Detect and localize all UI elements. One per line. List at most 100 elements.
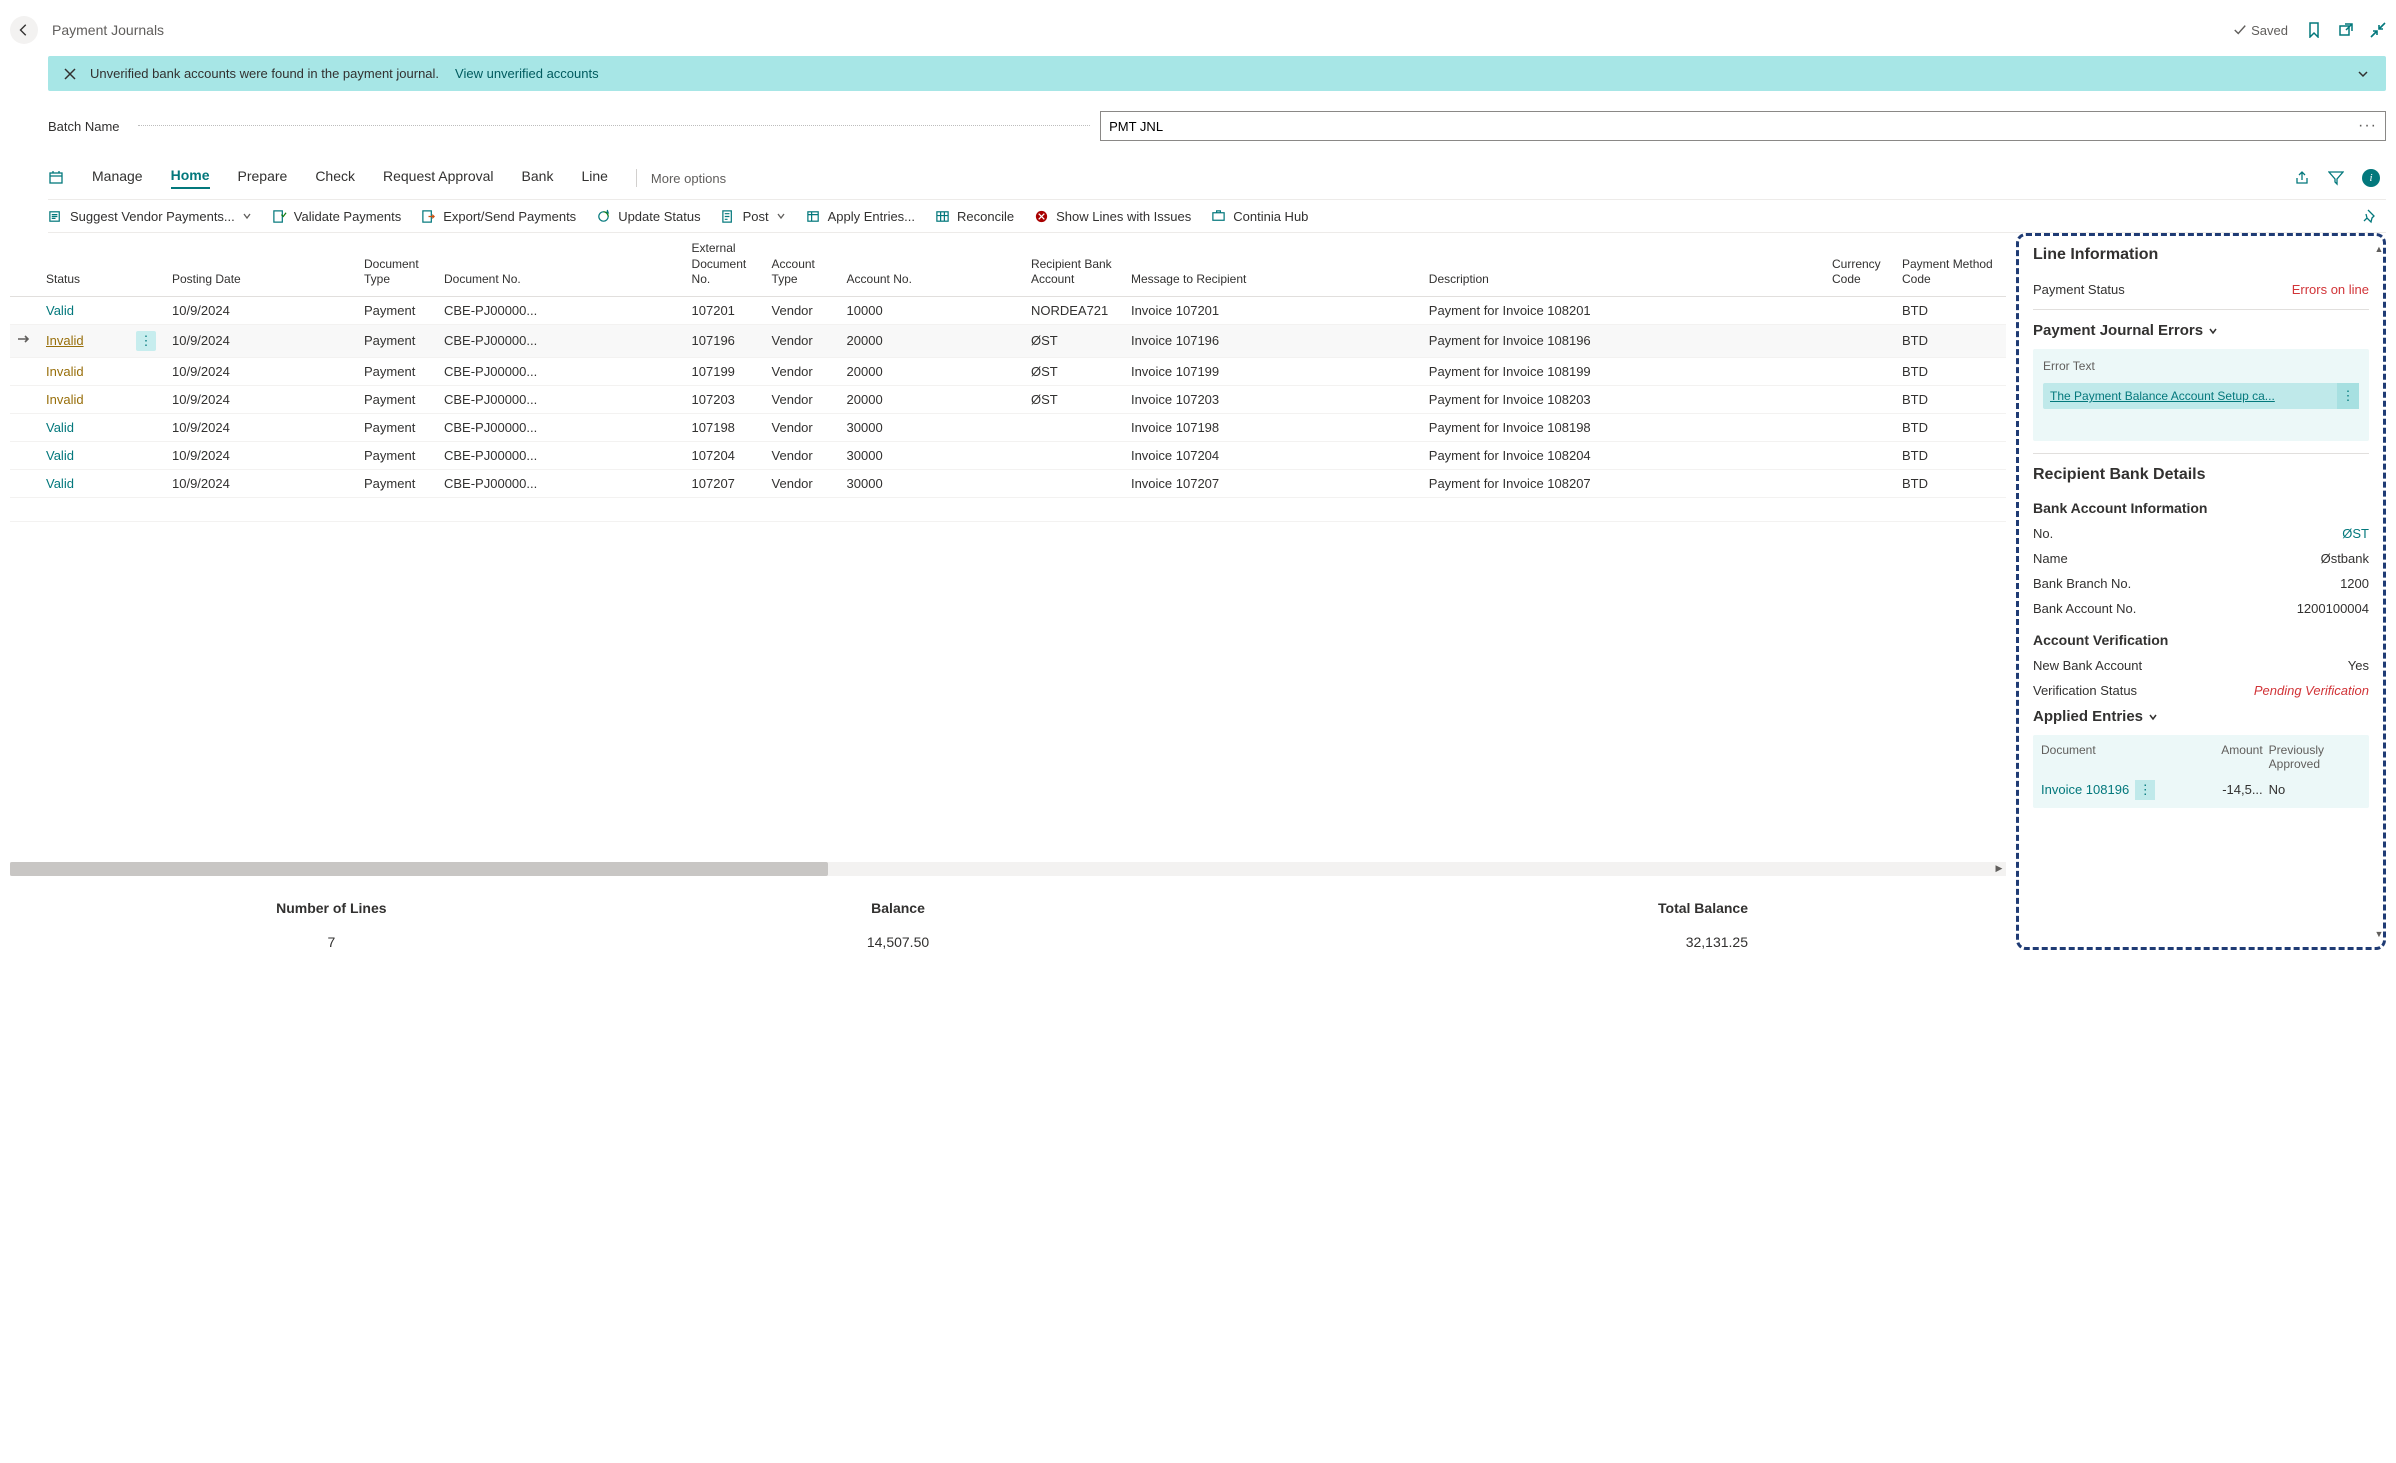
currency-cell[interactable] <box>1826 413 1896 441</box>
currency-cell[interactable] <box>1826 296 1896 324</box>
error-row-menu[interactable]: ⋮ <box>2337 383 2359 409</box>
account-type-cell[interactable]: Vendor <box>766 441 841 469</box>
description-cell[interactable]: Payment for Invoice 108199 <box>1423 357 1826 385</box>
col-account-type[interactable]: Account Type <box>766 233 841 296</box>
popout-icon[interactable] <box>2338 22 2354 38</box>
description-cell[interactable]: Payment for Invoice 108196 <box>1423 324 1826 357</box>
applied-entries-title[interactable]: Applied Entries <box>2033 708 2369 725</box>
ext-doc-no-cell[interactable]: 107199 <box>686 357 766 385</box>
currency-cell[interactable] <box>1826 357 1896 385</box>
account-no-cell[interactable]: 20000 <box>841 385 1025 413</box>
doc-type-cell[interactable]: Payment <box>358 296 438 324</box>
recipient-bank-cell[interactable] <box>1025 441 1125 469</box>
batch-lookup-icon[interactable]: ··· <box>2358 117 2377 135</box>
col-doc-type[interactable]: Document Type <box>358 233 438 296</box>
posting-date-cell[interactable]: 10/9/2024 <box>166 296 358 324</box>
ext-doc-no-cell[interactable]: 107198 <box>686 413 766 441</box>
payment-method-cell[interactable]: BTD <box>1896 296 2006 324</box>
payment-method-cell[interactable]: BTD <box>1896 357 2006 385</box>
doc-type-cell[interactable]: Payment <box>358 385 438 413</box>
table-row[interactable]: Valid10/9/2024PaymentCBE-PJ00000...10720… <box>10 469 2006 497</box>
col-message[interactable]: Message to Recipient <box>1125 233 1423 296</box>
attach-icon[interactable] <box>48 170 64 186</box>
action-validate-payments[interactable]: Validate Payments <box>272 209 401 224</box>
action-export-send[interactable]: Export/Send Payments <box>421 209 576 224</box>
payment-method-cell[interactable]: BTD <box>1896 441 2006 469</box>
account-no-cell[interactable]: 30000 <box>841 413 1025 441</box>
account-type-cell[interactable]: Vendor <box>766 469 841 497</box>
table-row[interactable]: Valid10/9/2024PaymentCBE-PJ00000...10720… <box>10 296 2006 324</box>
account-no-cell[interactable]: 20000 <box>841 324 1025 357</box>
recipient-bank-cell[interactable]: ØST <box>1025 357 1125 385</box>
posting-date-cell[interactable]: 10/9/2024 <box>166 469 358 497</box>
account-type-cell[interactable]: Vendor <box>766 357 841 385</box>
batch-name-input[interactable] <box>1109 119 2358 134</box>
payment-journal-errors-title[interactable]: Payment Journal Errors <box>2033 322 2369 339</box>
message-cell[interactable]: Invoice 107201 <box>1125 296 1423 324</box>
posting-date-cell[interactable]: 10/9/2024 <box>166 385 358 413</box>
description-cell[interactable]: Payment for Invoice 108207 <box>1423 469 1826 497</box>
notification-link[interactable]: View unverified accounts <box>455 66 599 81</box>
doc-type-cell[interactable]: Payment <box>358 324 438 357</box>
recipient-bank-cell[interactable]: NORDEA721 <box>1025 296 1125 324</box>
error-text-link[interactable]: The Payment Balance Account Setup ca... <box>2043 384 2337 408</box>
back-button[interactable] <box>10 16 38 44</box>
col-account-no[interactable]: Account No. <box>841 233 1025 296</box>
tab-bank[interactable]: Bank <box>522 168 554 188</box>
message-cell[interactable]: Invoice 107207 <box>1125 469 1423 497</box>
tab-line[interactable]: Line <box>581 168 607 188</box>
ext-doc-no-cell[interactable]: 107201 <box>686 296 766 324</box>
action-reconcile[interactable]: Reconcile <box>935 209 1014 224</box>
tab-request-approval[interactable]: Request Approval <box>383 168 494 188</box>
posting-date-cell[interactable]: 10/9/2024 <box>166 413 358 441</box>
scroll-right-arrow[interactable]: ▶ <box>1992 862 2006 876</box>
recipient-bank-cell[interactable]: ØST <box>1025 324 1125 357</box>
bank-no-value[interactable]: ØST <box>2342 526 2369 541</box>
message-cell[interactable]: Invoice 107198 <box>1125 413 1423 441</box>
message-cell[interactable]: Invoice 107204 <box>1125 441 1423 469</box>
row-menu-button[interactable]: ⋮ <box>136 331 156 351</box>
status-cell[interactable]: Valid <box>46 420 74 435</box>
col-status[interactable]: Status <box>40 233 130 296</box>
posting-date-cell[interactable]: 10/9/2024 <box>166 324 358 357</box>
message-cell[interactable]: Invoice 107196 <box>1125 324 1423 357</box>
table-row[interactable]: Valid 10/9/2024PaymentCBE-PJ00000...10719… <box>10 413 2006 441</box>
currency-cell[interactable] <box>1826 441 1896 469</box>
doc-no-cell[interactable]: CBE-PJ00000... <box>438 441 686 469</box>
posting-date-cell[interactable]: 10/9/2024 <box>166 441 358 469</box>
doc-type-cell[interactable]: Payment <box>358 469 438 497</box>
applied-row-menu[interactable]: ⋮ <box>2135 780 2155 800</box>
message-cell[interactable]: Invoice 107203 <box>1125 385 1423 413</box>
currency-cell[interactable] <box>1826 469 1896 497</box>
col-ext-doc-no[interactable]: External Document No. <box>686 233 766 296</box>
account-no-cell[interactable]: 20000 <box>841 357 1025 385</box>
tab-home[interactable]: Home <box>171 167 210 189</box>
applied-doc-link[interactable]: Invoice 108196 <box>2041 782 2129 797</box>
doc-no-cell[interactable]: CBE-PJ00000... <box>438 469 686 497</box>
chevron-down-icon[interactable] <box>2356 67 2370 81</box>
description-cell[interactable]: Payment for Invoice 108204 <box>1423 441 1826 469</box>
close-icon[interactable] <box>64 68 76 80</box>
message-cell[interactable]: Invoice 107199 <box>1125 357 1423 385</box>
account-type-cell[interactable]: Vendor <box>766 413 841 441</box>
doc-type-cell[interactable]: Payment <box>358 357 438 385</box>
col-doc-no[interactable]: Document No. <box>438 233 686 296</box>
payment-method-cell[interactable]: BTD <box>1896 413 2006 441</box>
doc-no-cell[interactable]: CBE-PJ00000... <box>438 413 686 441</box>
account-no-cell[interactable]: 30000 <box>841 469 1025 497</box>
payment-method-cell[interactable]: BTD <box>1896 469 2006 497</box>
ext-doc-no-cell[interactable]: 107203 <box>686 385 766 413</box>
recipient-bank-cell[interactable]: ØST <box>1025 385 1125 413</box>
action-post[interactable]: Post <box>721 209 786 224</box>
table-row-blank[interactable] <box>10 497 2006 521</box>
pin-icon[interactable] <box>2362 208 2378 224</box>
doc-type-cell[interactable]: Payment <box>358 413 438 441</box>
currency-cell[interactable] <box>1826 324 1896 357</box>
payment-method-cell[interactable]: BTD <box>1896 385 2006 413</box>
info-icon[interactable]: i <box>2362 169 2380 187</box>
recipient-bank-cell[interactable] <box>1025 469 1125 497</box>
collapse-icon[interactable] <box>2370 22 2386 38</box>
horizontal-scrollbar[interactable]: ◀ ▶ <box>10 862 2006 876</box>
more-options[interactable]: More options <box>651 171 726 186</box>
action-show-issues[interactable]: Show Lines with Issues <box>1034 209 1191 224</box>
